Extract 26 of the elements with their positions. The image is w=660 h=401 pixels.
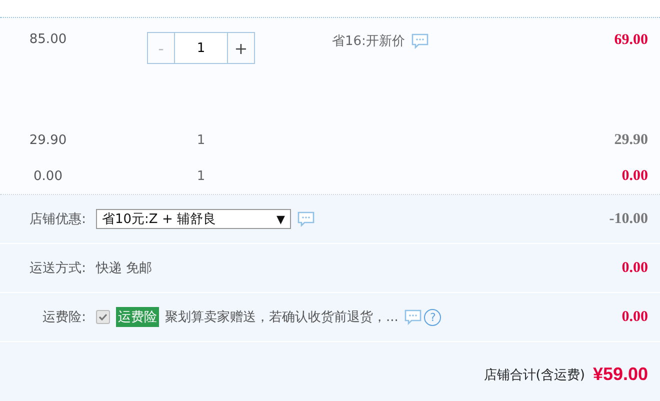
row-label: 运费险: — [42, 309, 86, 326]
subtotal: 69.00 — [613, 32, 649, 49]
message-icon[interactable] — [404, 309, 422, 325]
row-label: 运送方式: — [28, 260, 86, 277]
shipping-method: 快递 免邮 — [96, 260, 152, 277]
message-icon[interactable] — [410, 33, 429, 49]
unit-price: 85.00 — [28, 32, 68, 47]
quantity: 1 — [196, 132, 206, 148]
insurance-tag: 运费险 — [116, 307, 159, 327]
message-icon[interactable] — [297, 211, 315, 227]
store-total: ¥59.00 — [592, 364, 648, 385]
amount: 0.00 — [620, 308, 649, 326]
unit-price: 29.90 — [28, 132, 68, 148]
discount-select[interactable]: 省10元:Z + 辅舒良 ▼ — [96, 209, 291, 229]
check-icon — [98, 312, 108, 322]
amount: -10.00 — [608, 210, 649, 228]
subtotal: 29.90 — [613, 132, 649, 148]
quantity: 1 — [196, 168, 206, 184]
total-label: 店铺合计(含运费) — [484, 366, 585, 384]
amount: 0.00 — [620, 260, 649, 276]
row-label: 店铺优惠: — [28, 211, 86, 228]
promo-text: 省16:开新价 — [332, 33, 405, 50]
insurance-description: 聚划算卖家赠送，若确认收货前退货，... — [165, 309, 398, 326]
unit-price: 0.00 — [32, 168, 64, 184]
subtotal: 0.00 — [620, 168, 649, 184]
increase-button[interactable]: + — [228, 33, 254, 63]
